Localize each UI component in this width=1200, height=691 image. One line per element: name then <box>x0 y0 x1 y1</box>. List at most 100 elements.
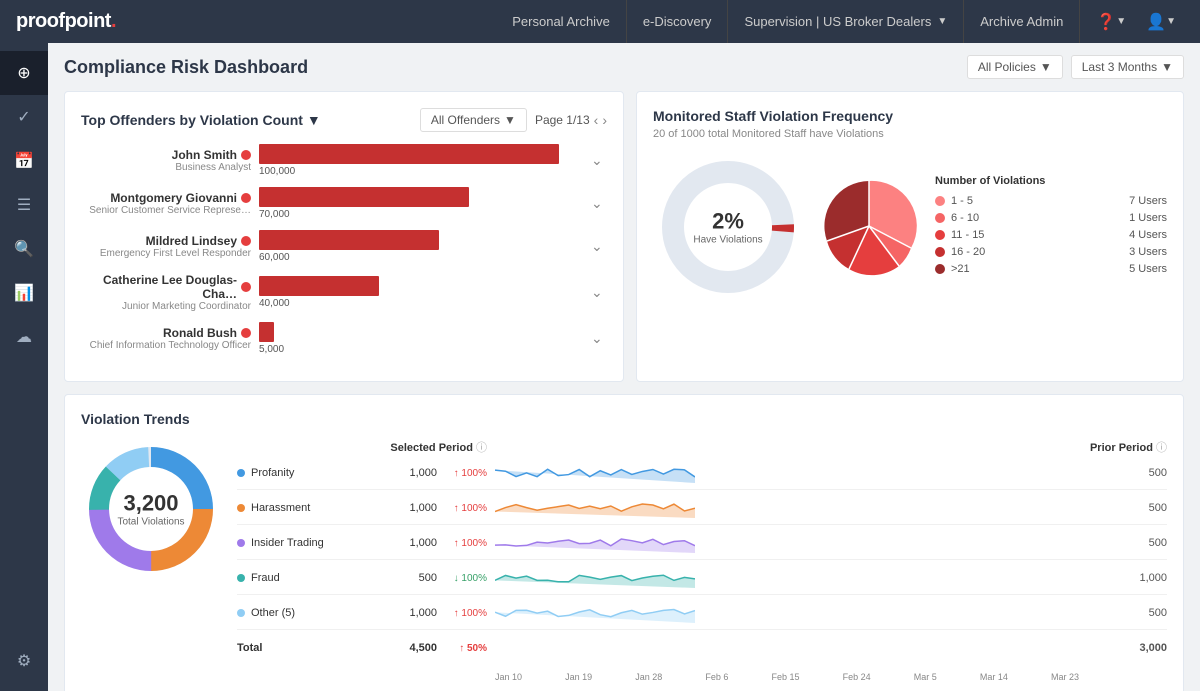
violation-bar <box>259 144 559 164</box>
expand-row-button[interactable]: ⌄ <box>591 238 607 255</box>
trend-row: Insider Trading 1,000 ↑ 100% 500 <box>237 531 1167 560</box>
all-policies-filter[interactable]: All Policies ▼ <box>967 55 1063 79</box>
trend-change: ↑ 100% <box>437 538 487 549</box>
bar-container: 100,000 <box>259 144 583 177</box>
violation-trends-card: Violation Trends <box>64 394 1184 691</box>
bar-container: 60,000 <box>259 230 583 263</box>
help-button[interactable]: ❓▼ <box>1088 8 1134 36</box>
expand-row-button[interactable]: ⌄ <box>591 195 607 212</box>
legend-value: 7 Users <box>1129 195 1167 207</box>
legend-item: 6 - 10 1 Users <box>935 212 1167 224</box>
legend-dot <box>935 247 945 257</box>
trend-row: Fraud 500 ↓ 100% 1,000 <box>237 566 1167 595</box>
violation-bar <box>259 187 469 207</box>
offender-name: Mildred Lindsey <box>81 234 251 248</box>
trend-total-row: Total 4,500 ↑ 50% 3,000 <box>237 636 1167 664</box>
offender-name: Catherine Lee Douglas-Cha… <box>81 273 251 301</box>
violation-indicator <box>241 150 251 160</box>
monitored-title: Monitored Staff Violation Frequency <box>653 108 1167 124</box>
bar-container: 70,000 <box>259 187 583 220</box>
expand-row-button[interactable]: ⌄ <box>591 284 607 301</box>
category-dot <box>237 504 245 512</box>
legend-value: 4 Users <box>1129 229 1167 241</box>
sidebar-item-cloud[interactable]: ☁ <box>0 315 48 359</box>
sidebar-item-calendar[interactable]: 📅 <box>0 139 48 183</box>
bar-container: 5,000 <box>259 322 583 355</box>
sparkline <box>487 461 1117 485</box>
legend-label: 11 - 15 <box>951 229 1123 241</box>
list-icon: ☰ <box>17 195 31 215</box>
header-filters: All Policies ▼ Last 3 Months ▼ <box>967 55 1184 79</box>
supervision-dropdown-arrow: ▼ <box>937 16 947 27</box>
trend-change: ↑ 100% <box>437 503 487 514</box>
chart-icon: 📊 <box>14 283 34 303</box>
offender-info: Catherine Lee Douglas-Cha… Junior Market… <box>81 273 251 312</box>
legend-dot <box>935 196 945 206</box>
trend-selected: 1,000 <box>357 607 437 619</box>
trend-total-selected: 4,500 <box>357 642 437 654</box>
sparkline <box>487 531 1117 555</box>
sidebar-item-chart[interactable]: 📊 <box>0 271 48 315</box>
next-page-button[interactable]: › <box>602 112 607 128</box>
sidebar-item-dashboard[interactable]: ⊕ <box>0 51 48 95</box>
trend-prior: 500 <box>1117 537 1167 549</box>
offender-name: Montgomery Giovanni <box>81 191 251 205</box>
all-offenders-filter[interactable]: All Offenders ▼ <box>420 108 527 132</box>
violation-indicator <box>241 328 251 338</box>
offender-info: Mildred Lindsey Emergency First Level Re… <box>81 234 251 259</box>
legend-item: >21 5 Users <box>935 263 1167 275</box>
sidebar-item-search[interactable]: 🔍 <box>0 227 48 271</box>
bar-container: 40,000 <box>259 276 583 309</box>
x-axis-label: Mar 5 <box>914 672 937 682</box>
sidebar-item-list[interactable]: ☰ <box>0 183 48 227</box>
legend-dot <box>935 264 945 274</box>
prev-page-button[interactable]: ‹ <box>594 112 599 128</box>
nav-archive-admin[interactable]: Archive Admin <box>964 0 1080 43</box>
sidebar-item-settings[interactable]: ⚙ <box>0 639 48 683</box>
category-dot <box>237 469 245 477</box>
legend-label: 1 - 5 <box>951 195 1123 207</box>
expand-row-button[interactable]: ⌄ <box>591 152 607 169</box>
trend-total-prior: 3,000 <box>1117 642 1167 654</box>
offenders-title-dropdown-icon[interactable]: ▼ <box>307 112 321 128</box>
trend-category: Fraud <box>237 572 357 584</box>
nav-ediscovery[interactable]: e-Discovery <box>627 0 729 43</box>
offender-role: Senior Customer Service Represe… <box>81 205 251 216</box>
category-dot <box>237 539 245 547</box>
trend-total-label: Total <box>237 642 357 654</box>
trend-row: Harassment 1,000 ↑ 100% 500 <box>237 496 1167 525</box>
x-axis-label: Jan 28 <box>635 672 662 682</box>
period-dropdown-icon: ▼ <box>1161 60 1173 74</box>
nav-personal-archive[interactable]: Personal Archive <box>496 0 627 43</box>
trends-table: Selected Period ⓘ Prior Period ⓘ Profani… <box>237 439 1167 682</box>
x-axis-label: Feb 6 <box>705 672 728 682</box>
app-logo: proofpoint. <box>16 10 116 33</box>
expand-row-button[interactable]: ⌄ <box>591 330 607 347</box>
category-dot <box>237 609 245 617</box>
monitored-content: 2% Have Violations <box>653 152 1167 302</box>
offender-name: John Smith <box>81 148 251 162</box>
legend-label: 16 - 20 <box>951 246 1123 258</box>
trend-change: ↓ 100% <box>437 573 487 584</box>
x-axis-label: Jan 19 <box>565 672 592 682</box>
legend-dot <box>935 230 945 240</box>
sidebar-item-check[interactable]: ✓ <box>0 95 48 139</box>
search-icon: 🔍 <box>14 239 34 259</box>
legend-value: 5 Users <box>1129 263 1167 275</box>
violation-legend: Number of Violations 1 - 5 7 Users 6 - 1… <box>935 175 1167 280</box>
offender-row: Catherine Lee Douglas-Cha… Junior Market… <box>81 273 607 312</box>
sparkline <box>487 496 1117 520</box>
offenders-list: John Smith Business Analyst 100,000 ⌄ Mo… <box>81 144 607 355</box>
main-container: ⊕ ✓ 📅 ☰ 🔍 📊 ☁ ⚙ Compliance Risk Dashboar… <box>0 43 1200 691</box>
period-filter[interactable]: Last 3 Months ▼ <box>1071 55 1184 79</box>
sidebar: ⊕ ✓ 📅 ☰ 🔍 📊 ☁ ⚙ <box>0 43 48 691</box>
category-dot <box>237 574 245 582</box>
page-title: Compliance Risk Dashboard <box>64 57 308 78</box>
violation-indicator <box>241 282 251 292</box>
x-axis-label: Mar 23 <box>1051 672 1079 682</box>
trend-prior: 500 <box>1117 502 1167 514</box>
dashboard-icon: ⊕ <box>17 63 30 83</box>
trend-category: Profanity <box>237 467 357 479</box>
user-menu-button[interactable]: 👤▼ <box>1138 8 1184 36</box>
nav-supervision[interactable]: Supervision | US Broker Dealers ▼ <box>728 0 964 43</box>
